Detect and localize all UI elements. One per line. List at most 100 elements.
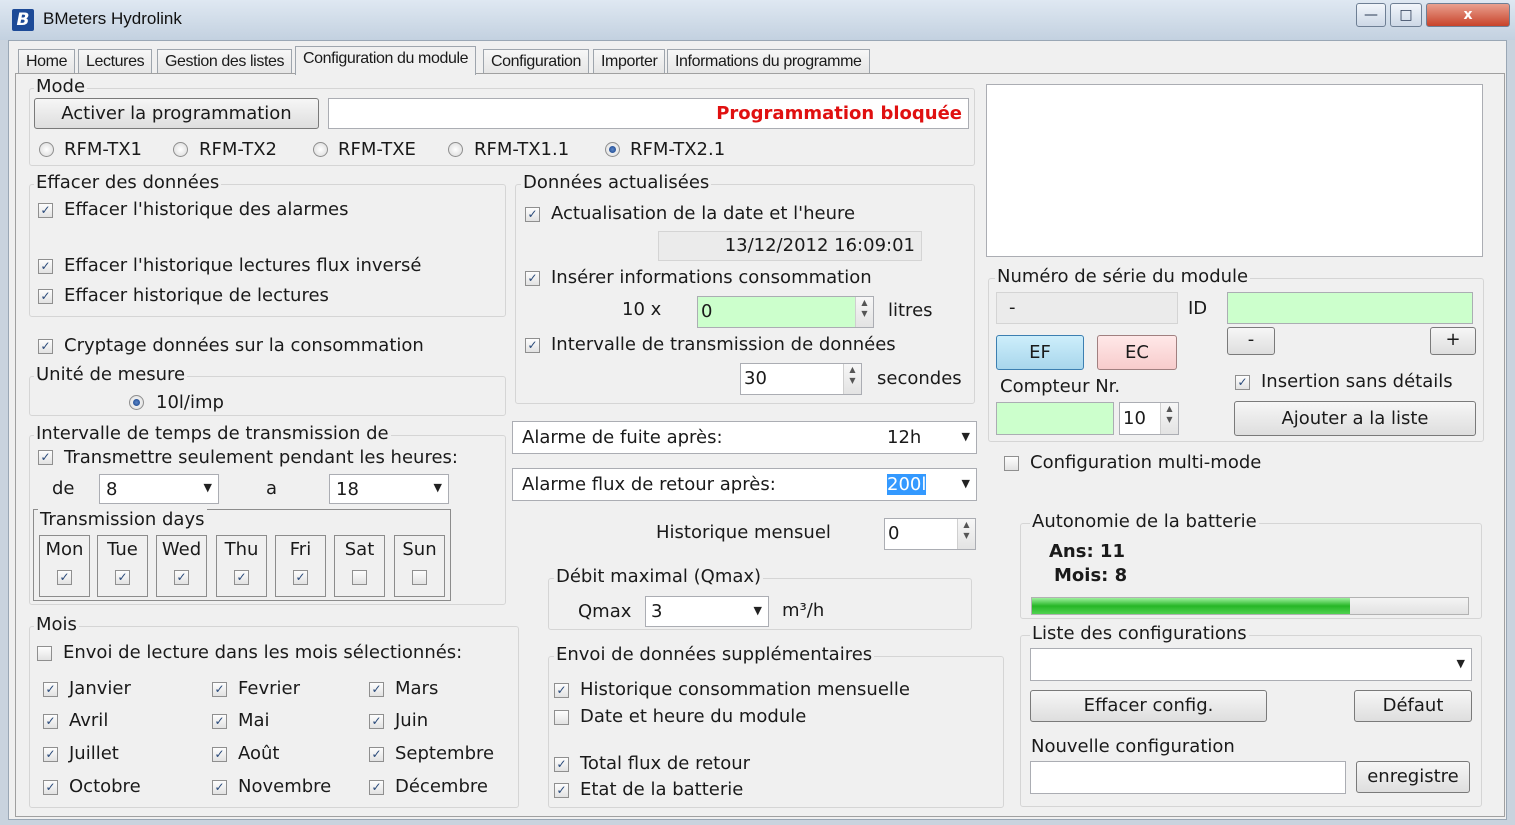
month-octobre-label: Octobre bbox=[69, 776, 141, 797]
de-label: de bbox=[52, 478, 75, 499]
month-novembre-checkbox[interactable]: ✓ bbox=[212, 780, 227, 795]
effacer-alarmes-checkbox[interactable]: ✓ bbox=[38, 203, 53, 218]
actualisation-checkbox[interactable]: ✓ bbox=[525, 207, 540, 222]
programming-status-field: Programmation bloquée bbox=[328, 98, 969, 129]
activate-programming-button[interactable]: Activer la programmation bbox=[34, 98, 319, 129]
month-fevrier-checkbox[interactable]: ✓ bbox=[212, 682, 227, 697]
configs-title: Liste des configurations bbox=[1030, 623, 1249, 644]
transmettre-heures-checkbox[interactable]: ✓ bbox=[38, 450, 53, 465]
day-tue-checkbox[interactable]: ✓ bbox=[115, 570, 130, 585]
litres-input[interactable]: 0 ▲ ▼ bbox=[697, 296, 874, 328]
maximize-button[interactable]: □ bbox=[1390, 3, 1422, 27]
effacer-config-button[interactable]: Effacer config. bbox=[1030, 690, 1267, 722]
month-avril-label: Avril bbox=[69, 710, 109, 731]
id-input[interactable] bbox=[1227, 292, 1473, 324]
day-mon-checkbox[interactable]: ✓ bbox=[57, 570, 72, 585]
multi-mode-label: Configuration multi-mode bbox=[1030, 452, 1262, 473]
unite-title: Unité de mesure bbox=[34, 364, 188, 385]
ef-button[interactable]: EF bbox=[996, 335, 1084, 370]
radio-rfm-txe[interactable] bbox=[313, 142, 328, 157]
month-decembre-checkbox[interactable]: ✓ bbox=[369, 780, 384, 795]
historique-spinner[interactable]: ▲ ▼ bbox=[957, 519, 975, 549]
tab-configuration-module[interactable]: Configuration du module bbox=[295, 46, 477, 75]
radio-rfm-tx2-label: RFM-TX2 bbox=[199, 139, 278, 160]
historique-conso-checkbox[interactable]: ✓ bbox=[554, 683, 569, 698]
defaut-button[interactable]: Défaut bbox=[1354, 690, 1472, 722]
month-mai-checkbox[interactable]: ✓ bbox=[212, 714, 227, 729]
qmax-select[interactable]: 3 ▼ bbox=[645, 596, 769, 627]
nouvelle-config-input[interactable] bbox=[1030, 761, 1346, 794]
transmission-days-title: Transmission days bbox=[38, 509, 207, 530]
tab-configuration[interactable]: Configuration bbox=[483, 49, 589, 75]
tab-lectures[interactable]: Lectures bbox=[78, 49, 153, 75]
alarme-fuite-select[interactable]: Alarme de fuite après: 12h ▼ bbox=[512, 421, 977, 454]
radio-rfm-tx1-1[interactable] bbox=[448, 142, 463, 157]
tab-gestion-listes[interactable]: Gestion des listes bbox=[157, 49, 293, 75]
radio-10l-imp[interactable] bbox=[129, 395, 144, 410]
inserer-conso-checkbox[interactable]: ✓ bbox=[525, 271, 540, 286]
increment-button[interactable]: + bbox=[1430, 327, 1476, 355]
tab-importer[interactable]: Importer bbox=[593, 49, 666, 75]
day-sun-checkbox[interactable] bbox=[412, 570, 427, 585]
actualisation-label: Actualisation de la date et l'heure bbox=[551, 203, 856, 224]
total-flux-retour-label: Total flux de retour bbox=[580, 753, 751, 774]
month-avril-checkbox[interactable]: ✓ bbox=[43, 714, 58, 729]
ajouter-liste-button[interactable]: Ajouter a la liste bbox=[1234, 401, 1476, 436]
cryptage-checkbox[interactable]: ✓ bbox=[38, 339, 53, 354]
decrement-button[interactable]: - bbox=[1227, 327, 1275, 355]
enregistre-button[interactable]: enregistre bbox=[1356, 761, 1470, 793]
radio-10l-imp-label: 10l/imp bbox=[156, 392, 224, 413]
month-mars-checkbox[interactable]: ✓ bbox=[369, 682, 384, 697]
month-septembre-checkbox[interactable]: ✓ bbox=[369, 747, 384, 762]
month-juin-checkbox[interactable]: ✓ bbox=[369, 714, 384, 729]
month-janvier-checkbox[interactable]: ✓ bbox=[43, 682, 58, 697]
datetime-value: 13/12/2012 16:09:01 bbox=[724, 235, 915, 256]
day-wed-checkbox[interactable]: ✓ bbox=[174, 570, 189, 585]
intervalle-transmission-checkbox[interactable]: ✓ bbox=[525, 338, 540, 353]
count-spinner[interactable]: ▲ ▼ bbox=[1160, 403, 1178, 434]
day-tue: Tue ✓ bbox=[97, 535, 148, 597]
date-heure-module-checkbox[interactable] bbox=[554, 710, 569, 725]
count-input[interactable]: 10 ▲ ▼ bbox=[1119, 402, 1179, 435]
secondes-input[interactable]: 30 ▲ ▼ bbox=[740, 363, 862, 395]
multi-mode-checkbox[interactable] bbox=[1004, 456, 1019, 471]
tab-home[interactable]: Home bbox=[18, 49, 76, 75]
compteur-input[interactable] bbox=[996, 402, 1114, 435]
insertion-sans-details-checkbox[interactable]: ✓ bbox=[1235, 375, 1250, 390]
litres-spinner[interactable]: ▲ ▼ bbox=[855, 297, 873, 327]
month-octobre-checkbox[interactable]: ✓ bbox=[43, 780, 58, 795]
log-textarea[interactable] bbox=[986, 84, 1483, 257]
day-fri-checkbox[interactable]: ✓ bbox=[293, 570, 308, 585]
radio-rfm-tx2-1[interactable] bbox=[605, 142, 620, 157]
heure-fin-select[interactable]: 18 ▼ bbox=[329, 474, 449, 504]
heure-debut-select[interactable]: 8 ▼ bbox=[99, 474, 219, 504]
day-thu-checkbox[interactable]: ✓ bbox=[234, 570, 249, 585]
effacer-flux-inverse-checkbox[interactable]: ✓ bbox=[38, 259, 53, 274]
secondes-spinner[interactable]: ▲ ▼ bbox=[843, 364, 861, 394]
effacer-lectures-checkbox[interactable]: ✓ bbox=[38, 289, 53, 304]
configs-select[interactable]: ▼ bbox=[1030, 648, 1472, 681]
ec-button[interactable]: EC bbox=[1097, 335, 1177, 370]
close-button[interactable]: x bbox=[1426, 3, 1510, 27]
radio-rfm-tx2[interactable] bbox=[173, 142, 188, 157]
day-sat-checkbox[interactable] bbox=[352, 570, 367, 585]
minimize-button[interactable]: — bbox=[1356, 3, 1386, 27]
month-aout-checkbox[interactable]: ✓ bbox=[212, 747, 227, 762]
total-flux-retour-checkbox[interactable]: ✓ bbox=[554, 757, 569, 772]
envoi-mois-checkbox[interactable] bbox=[37, 646, 52, 661]
tab-informations-programme[interactable]: Informations du programme bbox=[667, 49, 870, 75]
chevron-down-icon: ▼ bbox=[753, 603, 762, 617]
etat-batterie-checkbox[interactable]: ✓ bbox=[554, 783, 569, 798]
donnees-title: Données actualisées bbox=[521, 172, 712, 193]
batterie-progress-bar bbox=[1031, 597, 1469, 615]
nouvelle-config-label: Nouvelle configuration bbox=[1031, 736, 1235, 757]
month-juillet-checkbox[interactable]: ✓ bbox=[43, 747, 58, 762]
effacer-alarmes-label: Effacer l'historique des alarmes bbox=[64, 199, 349, 220]
radio-rfm-tx1[interactable] bbox=[39, 142, 54, 157]
month-janvier-label: Janvier bbox=[69, 678, 131, 699]
day-thu-label: Thu bbox=[224, 539, 259, 560]
alarme-flux-select[interactable]: Alarme flux de retour après: 200l ▼ bbox=[512, 468, 977, 501]
alarme-fuite-label: Alarme de fuite après: bbox=[522, 427, 723, 448]
month-decembre-label: Décembre bbox=[395, 776, 488, 797]
historique-mensuel-input[interactable]: 0 ▲ ▼ bbox=[884, 518, 976, 550]
